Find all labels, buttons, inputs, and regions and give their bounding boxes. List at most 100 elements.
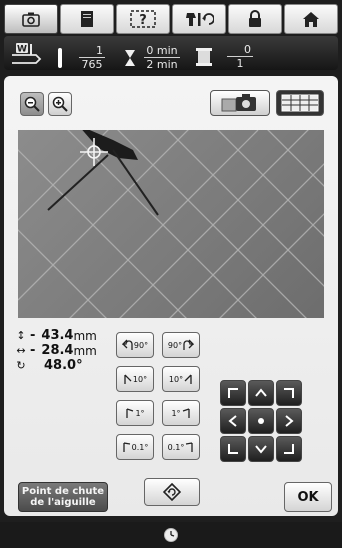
bottom-bar <box>0 522 342 548</box>
ok-button[interactable]: OK <box>284 482 332 512</box>
y-sign: - <box>30 328 36 343</box>
zoom-out-button[interactable] <box>20 92 44 116</box>
tab-lock[interactable] <box>228 4 282 34</box>
horizontal-arrow-icon: ↔ <box>16 344 26 357</box>
corner-up-left-icon <box>228 388 238 398</box>
rotate-ccw-icon <box>124 374 132 384</box>
status-bar: W 1 765 0 min 2 min 0 1 <box>4 36 338 71</box>
x-offset-value: 28.4 <box>41 343 74 358</box>
rotate-right-10-button[interactable]: 10° <box>162 366 200 392</box>
stitch-total: 765 <box>81 58 103 71</box>
rotate-ccw-icon <box>122 442 130 452</box>
chevron-down-icon <box>255 445 267 454</box>
rotate-left-01-button[interactable]: 0.1° <box>116 434 154 460</box>
move-up-button[interactable] <box>248 380 274 406</box>
tab-camera[interactable] <box>4 4 58 34</box>
y-unit: mm <box>73 328 97 343</box>
time-total: 2 min <box>146 58 178 71</box>
camera-pattern-icon <box>221 94 256 112</box>
clock-icon <box>164 528 178 542</box>
zoom-in-icon <box>52 96 68 112</box>
rotate-ccw-icon <box>121 339 133 350</box>
move-down-right-button[interactable] <box>276 436 302 462</box>
rotate-left-1-button[interactable]: 1° <box>116 400 154 426</box>
ok-label: OK <box>297 489 319 505</box>
rotate-right-90-label: 90° <box>167 340 183 350</box>
top-tab-bar: ? <box>4 4 338 34</box>
rotate-left-90-button[interactable]: 90° <box>116 332 154 358</box>
x-unit: mm <box>73 343 97 358</box>
needle-assembly <box>47 130 159 216</box>
stitch-current: 1 <box>79 44 105 58</box>
rotation-icon: ↻ <box>16 359 26 372</box>
rotate-left-1-label: 1° <box>135 408 145 418</box>
rotate-right-1-label: 1° <box>171 408 181 418</box>
time-current: 0 min <box>144 44 180 58</box>
rotate-cw-icon <box>184 374 192 384</box>
chevron-left-icon <box>228 415 237 427</box>
rotate-left-01-label: 0.1° <box>131 442 149 452</box>
zoom-out-icon <box>24 96 40 112</box>
center-button[interactable] <box>248 408 274 434</box>
rotate-cw-icon <box>182 408 190 418</box>
lock-icon <box>249 10 261 27</box>
rotate-right-01-label: 0.1° <box>167 442 185 452</box>
move-up-right-button[interactable] <box>276 380 302 406</box>
thread-spool-icon <box>196 47 212 66</box>
move-up-left-button[interactable] <box>220 380 246 406</box>
camera-view[interactable] <box>18 130 324 318</box>
angle-value: 48.0° <box>44 358 83 373</box>
drop-point-label-line2: de l'aiguille <box>30 497 96 508</box>
tab-help[interactable]: ? <box>116 4 170 34</box>
tab-home[interactable] <box>284 4 338 34</box>
move-down-left-button[interactable] <box>220 436 246 462</box>
needle-drop-point-button[interactable]: Point de chute de l'aiguille <box>18 482 108 512</box>
corner-up-right-icon <box>284 388 294 398</box>
reset-button[interactable] <box>144 478 200 506</box>
reset-diamond-icon <box>163 483 181 501</box>
y-offset-value: 43.4 <box>41 328 74 343</box>
help-icon: ? <box>130 10 156 28</box>
rotate-ccw-icon <box>126 408 134 418</box>
grid-icon <box>281 94 319 112</box>
center-dot-icon <box>258 418 264 424</box>
tab-page[interactable] <box>60 4 114 34</box>
corner-down-right-icon <box>284 444 294 454</box>
move-right-button[interactable] <box>276 408 302 434</box>
move-left-button[interactable] <box>220 408 246 434</box>
needle-icon <box>58 47 62 68</box>
position-readout: ↕ - 43.4 mm ↔ - 28.4 mm ↻ 48.0° <box>12 328 97 373</box>
drop-point-label-line1: Point de chute <box>21 486 105 497</box>
rotate-left-90-label: 90° <box>133 340 149 350</box>
svg-text:?: ? <box>139 13 147 28</box>
rotate-left-10-button[interactable]: 10° <box>116 366 154 392</box>
needle-swap-icon <box>186 13 214 26</box>
rotate-right-01-button[interactable]: 0.1° <box>162 434 200 460</box>
page-icon <box>81 11 93 27</box>
chevron-right-icon <box>285 415 294 427</box>
rotate-right-90-button[interactable]: 90° <box>162 332 200 358</box>
rotate-cw-icon <box>186 442 194 452</box>
move-down-button[interactable] <box>248 436 274 462</box>
thread-current: 0 <box>227 43 253 57</box>
corner-down-left-icon <box>228 444 238 454</box>
thread-total: 1 <box>236 57 244 70</box>
camera-icon <box>22 12 40 27</box>
edit-panel: ↕ - 43.4 mm ↔ - 28.4 mm ↻ 48.0° 90° 90° 10… <box>4 76 338 516</box>
fabric-grid <box>18 130 324 318</box>
zoom-in-button[interactable] <box>48 92 72 116</box>
camera-view-button[interactable] <box>210 90 270 116</box>
home-icon <box>303 12 319 27</box>
tab-needle-swap[interactable] <box>172 4 226 34</box>
svg-text:W: W <box>17 45 27 55</box>
rotate-right-1-button[interactable]: 1° <box>162 400 200 426</box>
x-sign: - <box>30 343 36 358</box>
chevron-up-icon <box>255 388 267 397</box>
presser-foot-w-icon: W <box>12 43 42 64</box>
grid-view-button[interactable] <box>276 90 324 116</box>
rotate-left-10-label: 10° <box>132 374 148 384</box>
rotate-cw-icon <box>183 339 195 350</box>
rotate-right-10-label: 10° <box>168 374 184 384</box>
hourglass-icon <box>125 49 135 66</box>
vertical-arrow-icon: ↕ <box>16 329 26 342</box>
